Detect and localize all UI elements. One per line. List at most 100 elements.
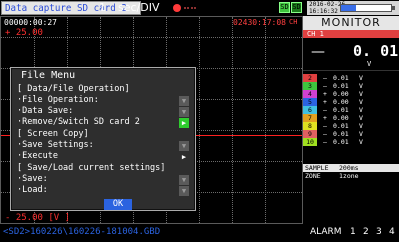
channel-unit: V — [359, 98, 363, 106]
sample-rate: SAMPLE 200ms — [303, 164, 399, 172]
alarm-label: ALARM — [310, 227, 342, 237]
channel-sign: – — [323, 106, 327, 114]
channel-row: 8–0.01 V — [303, 122, 399, 130]
clock-battery-box: 2016-02-26 16:16:32 — [307, 1, 399, 15]
ch1-readout: CH 1 — 0. 01 V — [303, 30, 399, 71]
file-menu-title: File Menu — [21, 70, 76, 81]
channel-number: 8 — [303, 122, 317, 130]
alarm-3: 3 — [376, 227, 382, 237]
channel-value: 0.01 — [333, 130, 349, 138]
channel-sign: – — [323, 130, 327, 138]
sd-card-2-icon: SD — [291, 2, 302, 13]
menu-item-save[interactable]: ·Save: — [17, 174, 193, 185]
alarm-1: 1 — [350, 227, 356, 237]
channel-number: 9 — [303, 130, 317, 138]
channel-sign: + — [323, 90, 327, 98]
channel-value: 0.00 — [333, 90, 349, 98]
section-save-load-settings: [ Save/Load current settings] — [17, 163, 166, 173]
top-status-bar: Data capture SD card 2 1 sec/DIV SD SD 20… — [0, 0, 399, 16]
save-settings-dropdown-icon[interactable]: ▼ — [179, 141, 189, 151]
clock-time: 16:16:32 — [309, 8, 338, 15]
channel-number: 4 — [303, 90, 317, 98]
zone-setting: ZONE 1zone — [303, 172, 399, 180]
monitor-title: MONITOR — [303, 16, 399, 30]
remove-switch-sd-execute-icon[interactable]: ▶ — [179, 118, 189, 128]
channel-marker: CH — [289, 18, 298, 26]
channel-value: 0.01 — [333, 82, 349, 90]
alarm-4: 4 — [389, 227, 395, 237]
file-path: <SD2>160226\160226-181004.GBD — [3, 227, 161, 237]
channel-row: 10–0.01 V — [303, 138, 399, 146]
channel-number: 5 — [303, 98, 317, 106]
menu-item-save-settings[interactable]: ·Save Settings: — [17, 140, 193, 151]
bottom-status-bar: <SD2>160226\160226-181004.GBD ALARM 1 2 … — [0, 224, 399, 242]
channel-unit: V — [359, 122, 363, 130]
sd-card-1-icon: SD — [279, 2, 290, 13]
channel-row: 4 +0.00 V — [303, 90, 399, 98]
ch1-sign: — — [311, 44, 325, 60]
menu-item-remove-switch-sd[interactable]: ·Remove/Switch SD card 2 — [17, 117, 193, 128]
channel-unit: V — [359, 90, 363, 98]
channel-sign: – — [323, 122, 327, 130]
channel-sign: – — [323, 74, 327, 82]
channel-sign: + — [323, 98, 327, 106]
channel-unit: V — [359, 106, 363, 114]
channel-sign: – — [323, 138, 327, 146]
save-dropdown-icon[interactable]: ▼ — [179, 175, 189, 185]
menu-item-execute[interactable]: ·Execute — [17, 151, 193, 162]
channel-list: 2–0.01 V 3–0.01 V 4 +0.00 V 5 +0.00 V 6–0.01 V 7 +0.0… — [303, 74, 399, 146]
channel-value: 0.00 — [333, 98, 349, 106]
time-per-division: sec/DIV — [118, 1, 160, 14]
start-time: 00000:00:27 — [4, 18, 57, 27]
channel-unit: V — [359, 114, 363, 122]
ch1-label: CH 1 — [303, 30, 399, 38]
channel-value: 0.01 — [333, 138, 349, 146]
execute-arrow-icon[interactable]: ▶ — [179, 152, 189, 162]
page-number: 1 — [99, 1, 106, 14]
battery-icon — [340, 4, 392, 12]
record-indicator-icon — [173, 4, 181, 12]
ch1-value: 0. 01 — [353, 42, 399, 60]
channel-row: 5 +0.00 V — [303, 98, 399, 106]
data-save-dropdown-icon[interactable]: ▼ — [179, 107, 189, 117]
grid-line — [1, 37, 302, 38]
section-data-file-operation: [ Data/File Operation] — [17, 84, 130, 94]
battery-tip-icon — [392, 6, 395, 10]
channel-unit: V — [359, 74, 363, 82]
monitor-panel: MONITOR CH 1 — 0. 01 V 2–0.01 V 3–0.01 V 4 +0… — [303, 16, 399, 224]
file-operation-dropdown-icon[interactable]: ▼ — [179, 96, 189, 106]
channel-row: 3–0.01 V — [303, 82, 399, 90]
lower-scale-label: - 25.00 [V ] — [5, 213, 71, 223]
battery-level — [341, 5, 356, 11]
menu-item-load[interactable]: ·Load: — [17, 185, 193, 196]
channel-row: 7 +0.00 V — [303, 114, 399, 122]
channel-value: 0.01 — [333, 74, 349, 82]
upper-scale-label: + 25.00 — [5, 28, 43, 38]
menu-item-data-save[interactable]: ·Data Save: — [17, 106, 193, 117]
load-dropdown-icon[interactable]: ▼ — [179, 186, 189, 196]
menu-item-file-operation[interactable]: ·File Operation: — [17, 95, 193, 106]
channel-number: 10 — [303, 138, 317, 146]
channel-row: 6–0.01 V — [303, 106, 399, 114]
record-progress-icon — [184, 7, 196, 10]
channel-number: 6 — [303, 106, 317, 114]
channel-value: 0.00 — [333, 114, 349, 122]
channel-unit: V — [359, 82, 363, 90]
channel-number: 3 — [303, 82, 317, 90]
channel-row: 9–0.01 V — [303, 130, 399, 138]
channel-unit: V — [359, 138, 363, 146]
ch1-unit: V — [367, 60, 372, 68]
channel-row: 2–0.01 V — [303, 74, 399, 82]
ok-button[interactable]: OK — [104, 199, 132, 210]
channel-sign: – — [323, 82, 327, 90]
channel-value: 0.01 — [333, 122, 349, 130]
channel-sign: + — [323, 114, 327, 122]
file-menu-dialog: File Menu [ Data/File Operation] ·File O… — [10, 67, 196, 211]
zone-value: 1zone — [339, 172, 359, 180]
end-time: 02430:17:08 — [233, 18, 286, 27]
section-screen-copy: [ Screen Copy] — [17, 129, 89, 139]
zone-label: ZONE — [305, 172, 321, 180]
channel-number: 2 — [303, 74, 317, 82]
channel-value: 0.01 — [333, 106, 349, 114]
channel-unit: V — [359, 130, 363, 138]
